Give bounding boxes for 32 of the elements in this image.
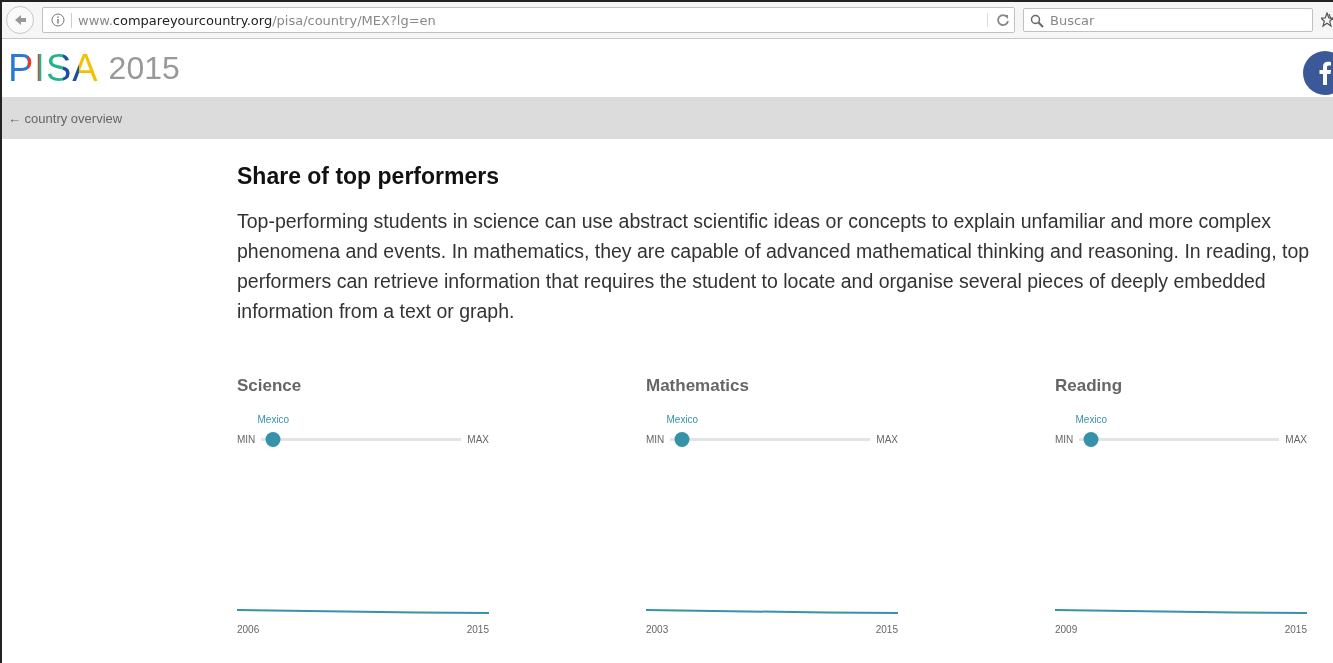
- reload-icon[interactable]: [996, 13, 1010, 27]
- panel-title: Reading: [1055, 376, 1124, 396]
- back-button[interactable]: [6, 6, 34, 34]
- start-year-label: 2009: [1055, 624, 1078, 635]
- end-year-label: 2015: [466, 624, 489, 635]
- logo-year: 2015: [108, 49, 180, 87]
- panel-title: Mathematics: [646, 376, 750, 396]
- bookmark-star-icon[interactable]: [1321, 12, 1333, 28]
- min-label: MIN: [1055, 434, 1074, 445]
- end-year-label: 2015: [875, 624, 898, 635]
- info-icon[interactable]: [51, 13, 65, 27]
- section-title: Share of top performers: [237, 163, 500, 190]
- max-label: MAX: [1285, 434, 1307, 445]
- start-year-label: 2003: [646, 624, 669, 635]
- country-label: Mexico: [257, 414, 290, 425]
- start-year-label: 2006: [237, 624, 260, 635]
- slider-thumb[interactable]: [265, 432, 281, 447]
- country-overview-link[interactable]: ← country overview: [8, 110, 123, 126]
- url-text: www.compareyourcountry.org/pisa/country/MEX?lg=en: [71, 12, 981, 28]
- section-description: Top-performing students in science can use abstract scientific ideas or concepts to explain unfamiliar and more complex phenomena and events. In mathematics, they are capable of advanced mathematical thinking and reasoning. In reading, top performers can retrieve information that requires the student to locate and organise several pieces of deeply embedded information from a text or graph.: [237, 209, 1311, 324]
- max-label: MAX: [876, 434, 898, 445]
- min-label: MIN: [646, 434, 665, 445]
- slider-thumb[interactable]: [1083, 432, 1099, 447]
- slider-thumb[interactable]: [674, 432, 690, 447]
- max-label: MAX: [467, 434, 489, 445]
- address-bar[interactable]: www.compareyourcountry.org/pisa/country/MEX?lg=en: [42, 7, 1015, 33]
- end-year-label: 2015: [1284, 624, 1307, 635]
- country-label: Mexico: [1075, 414, 1108, 425]
- country-label: Mexico: [666, 414, 699, 425]
- search-field[interactable]: Buscar: [1023, 8, 1313, 32]
- panel-title: Science: [237, 376, 303, 396]
- min-label: MIN: [237, 434, 256, 445]
